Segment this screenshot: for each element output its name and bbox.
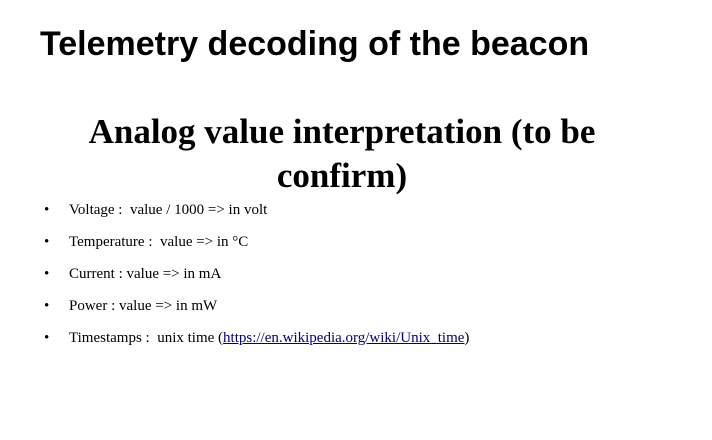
bullet-icon: • [44, 297, 50, 314]
list-item-current: • Current : value => in mA [44, 258, 469, 290]
list-item-temperature: • Temperature : value => in °C [44, 226, 469, 258]
bullet-icon: • [44, 233, 50, 250]
section-heading: Analog value interpretation (to be confi… [88, 112, 596, 195]
unix-time-link[interactable]: https://en.wikipedia.org/wiki/Unix_time [223, 330, 464, 347]
bullet-text-temperature: Temperature : value => in °C [69, 233, 249, 250]
bullet-text-power: Power : value => in mW [69, 297, 218, 314]
bullet-icon: • [44, 265, 50, 282]
slide: Telemetry decoding of the beacon Analog … [0, 0, 712, 440]
bullet-text-timestamps: Timestamps : unix time ( [69, 329, 224, 346]
bullet-list: • Voltage : value / 1000 => in volt • Te… [44, 194, 469, 354]
bullet-text-voltage: Voltage : value / 1000 => in volt [69, 201, 268, 218]
list-item-timestamps: • Timestamps : unix time (https://en.wik… [44, 322, 469, 354]
bullet-icon: • [44, 201, 50, 218]
bullet-text-timestamps-close: ) [464, 329, 470, 346]
slide-title: Telemetry decoding of the beacon [40, 25, 590, 63]
bullet-text-current: Current : value => in mA [69, 265, 222, 282]
list-item-power: • Power : value => in mW [44, 290, 469, 322]
list-item-voltage: • Voltage : value / 1000 => in volt [44, 194, 469, 226]
bullet-icon: • [44, 329, 50, 346]
